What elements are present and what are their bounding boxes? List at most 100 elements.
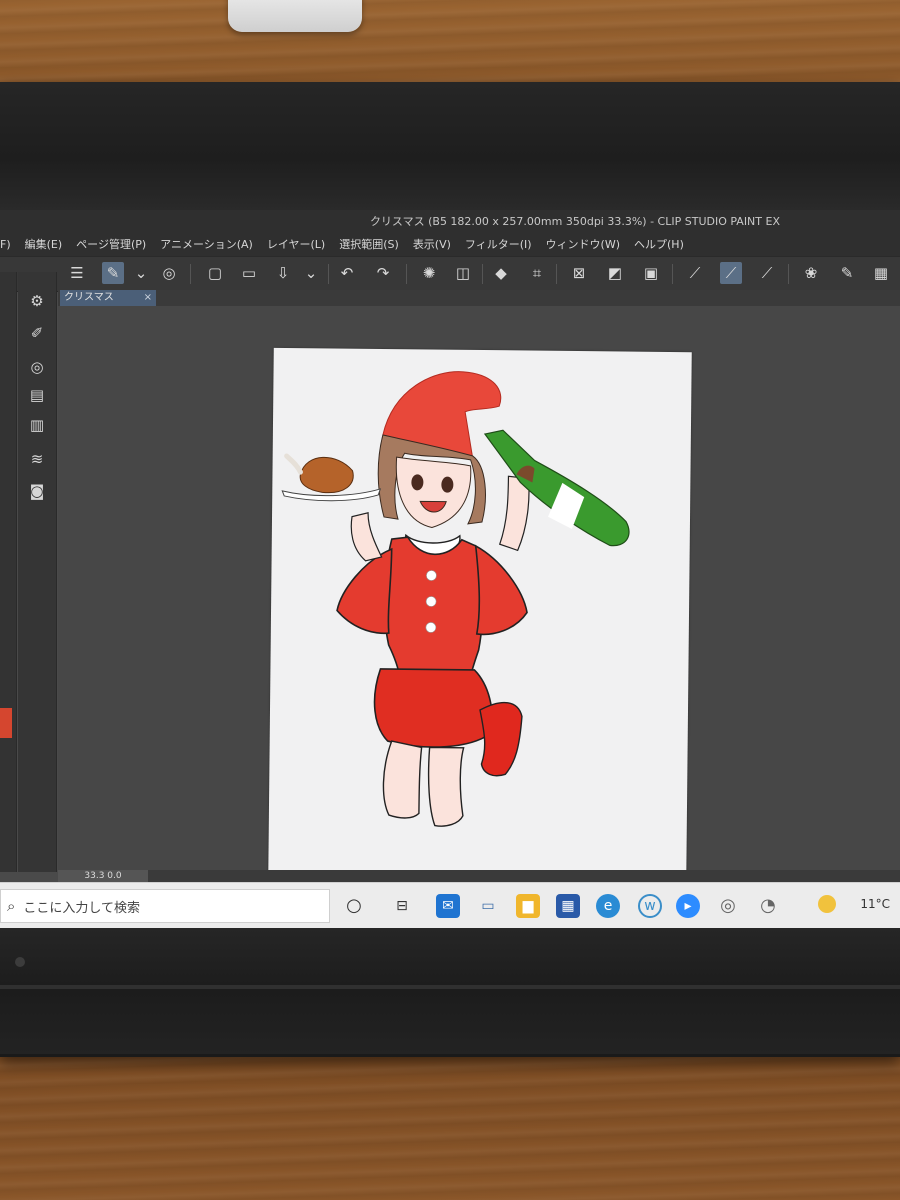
dress-button	[425, 622, 437, 633]
right-leg	[427, 746, 465, 827]
open-folder-icon[interactable]: ▭	[238, 262, 260, 284]
sub-tool-icon[interactable]: ✐	[26, 322, 48, 344]
lasso-icon[interactable]: ❀	[800, 262, 822, 284]
menu-layer[interactable]: レイヤー(L)	[267, 236, 325, 252]
status-bar: 33.3 0.0	[58, 870, 900, 882]
brush-icon[interactable]: ⟋	[720, 262, 742, 284]
menu-bar: F) 編集(E) ページ管理(P) アニメーション(A) レイヤー(L) 選択範…	[0, 232, 900, 256]
drawing-canvas[interactable]	[268, 347, 692, 883]
material-icon[interactable]: ⚙	[26, 290, 48, 312]
app-w-icon[interactable]: w	[638, 894, 662, 918]
vector-icon[interactable]: ⟋	[684, 262, 706, 284]
clip-studio-icon[interactable]: ◎	[716, 894, 740, 918]
crop-icon[interactable]: ⌗	[526, 262, 548, 284]
tablet-bezel-divider	[0, 985, 900, 989]
screen: クリスマス (B5 182.00 x 257.00mm 350dpi 33.3%…	[0, 210, 900, 928]
layer-icon[interactable]: ▤	[26, 384, 48, 406]
roast-chicken	[299, 456, 354, 494]
pen-icon[interactable]: ⟋	[756, 262, 778, 284]
dress-button	[425, 596, 437, 607]
redo-icon[interactable]: ↷	[372, 262, 394, 284]
menu-page[interactable]: ページ管理(P)	[76, 236, 146, 252]
search-placeholder: ここに入力して検索	[23, 900, 141, 916]
fill-icon[interactable]: ◆	[490, 262, 512, 284]
menu-edit[interactable]: 編集(E)	[25, 236, 63, 252]
canvas-area[interactable]	[58, 306, 900, 883]
save-icon[interactable]: ⇩	[272, 262, 294, 284]
menu-selection[interactable]: 選択範囲(S)	[339, 236, 399, 252]
task-view-icon[interactable]: ⊟	[390, 894, 414, 918]
left-arm	[350, 512, 383, 562]
toolbar-separator	[190, 264, 191, 284]
pen-icon[interactable]: ✎	[836, 262, 858, 284]
chevron-down-icon[interactable]: ⌄	[300, 262, 322, 284]
clip-studio-icon[interactable]: ◎	[158, 262, 180, 284]
temperature[interactable]: 11°C	[860, 897, 890, 911]
mail-icon[interactable]: ✉	[436, 894, 460, 918]
zoom-value: 33.3	[84, 871, 105, 881]
right-arm	[498, 475, 530, 552]
undo-icon[interactable]: ↶	[336, 262, 358, 284]
rotation-value: 0.0	[107, 871, 122, 881]
window-titlebar: クリスマス (B5 182.00 x 257.00mm 350dpi 33.3%…	[0, 210, 900, 232]
left-tool-strip	[0, 272, 17, 872]
current-color-swatch[interactable]	[0, 708, 12, 738]
weather-icon[interactable]	[818, 895, 836, 913]
loading-icon[interactable]: ✺	[418, 262, 440, 284]
navigator-icon[interactable]: ◎	[26, 356, 48, 378]
skirt	[373, 668, 493, 748]
menu-file[interactable]: F)	[0, 238, 11, 251]
command-bar: ☰ ✎ ⌄ ◎ ▢ ▭ ⇩ ⌄ ↶ ↷ ✺ ◫ ◆ ⌗ ⊠ ◩ ▣ ⟋ ⟋ ⟋ …	[0, 256, 900, 292]
store-icon[interactable]: ▦	[556, 894, 580, 918]
tablet-bezel-bottom	[0, 928, 900, 1054]
checker-icon[interactable]: ▦	[870, 262, 892, 284]
edge-icon[interactable]: e	[596, 894, 620, 918]
search-icon: ⌕	[7, 897, 16, 915]
document-tab-bar: クリスマス ×	[58, 290, 900, 306]
tablet-bezel-top	[0, 82, 900, 210]
pc-icon[interactable]: ▭	[476, 894, 500, 918]
windows-taskbar: ⌕ ここに入力して検索 ○ ⊟ ✉ ▭ ▆ ▦ e w ▸ ◎ ◔ 11°C	[0, 882, 900, 928]
layer-property-icon[interactable]: ≋	[26, 448, 48, 470]
menu-window[interactable]: ウィンドウ(W)	[546, 236, 620, 252]
file-explorer-icon[interactable]: ▆	[516, 894, 540, 918]
ruler-icon[interactable]: ⊠	[568, 262, 590, 284]
toolbar-separator	[482, 264, 483, 284]
menu-animation[interactable]: アニメーション(A)	[160, 236, 253, 252]
left-sleeve	[336, 547, 393, 635]
zoom-indicator[interactable]: 33.3 0.0	[58, 870, 148, 882]
menu-help[interactable]: ヘルプ(H)	[634, 236, 684, 252]
stabilize-icon[interactable]: ▣	[640, 262, 662, 284]
chicken-bone	[284, 453, 303, 475]
toolbar-separator	[672, 264, 673, 284]
timeline-icon[interactable]: ▥	[26, 414, 48, 436]
window-title: クリスマス (B5 182.00 x 257.00mm 350dpi 33.3%…	[369, 215, 780, 228]
menu-view[interactable]: 表示(V)	[413, 236, 451, 252]
tab-document[interactable]: クリスマス ×	[60, 290, 156, 306]
chevron-down-icon[interactable]: ⌄	[130, 262, 152, 284]
history-icon[interactable]: ◙	[26, 480, 48, 502]
face	[395, 456, 472, 529]
transform-icon[interactable]: ◫	[452, 262, 474, 284]
desk-object	[228, 0, 362, 32]
tablet-sensor-dot	[15, 957, 25, 967]
taskbar-search[interactable]: ⌕ ここに入力して検索	[0, 889, 330, 923]
left-leg	[382, 740, 423, 819]
correction-icon[interactable]: ◩	[604, 262, 626, 284]
santa-girl-illustration	[281, 371, 630, 827]
tab-document-label: クリスマス	[64, 292, 114, 303]
menu-icon[interactable]: ☰	[66, 262, 88, 284]
new-file-icon[interactable]: ▢	[204, 262, 226, 284]
toolbar-separator	[788, 264, 789, 284]
cortana-icon[interactable]: ○	[342, 894, 366, 918]
dress-button	[426, 570, 437, 581]
zoom-icon[interactable]: ▸	[676, 894, 700, 918]
close-icon[interactable]: ×	[144, 290, 152, 306]
toolbar-separator	[556, 264, 557, 284]
right-sleeve	[474, 544, 528, 636]
clip-studio-paint-icon[interactable]: ◔	[756, 894, 780, 918]
sub-tool-panel: ⚙ ✐ ◎ ▤ ▥ ≋ ◙	[18, 272, 57, 872]
menu-filter[interactable]: フィルター(I)	[465, 236, 532, 252]
pen-cursor-icon[interactable]: ✎	[102, 262, 124, 284]
toolbar-separator	[328, 264, 329, 284]
